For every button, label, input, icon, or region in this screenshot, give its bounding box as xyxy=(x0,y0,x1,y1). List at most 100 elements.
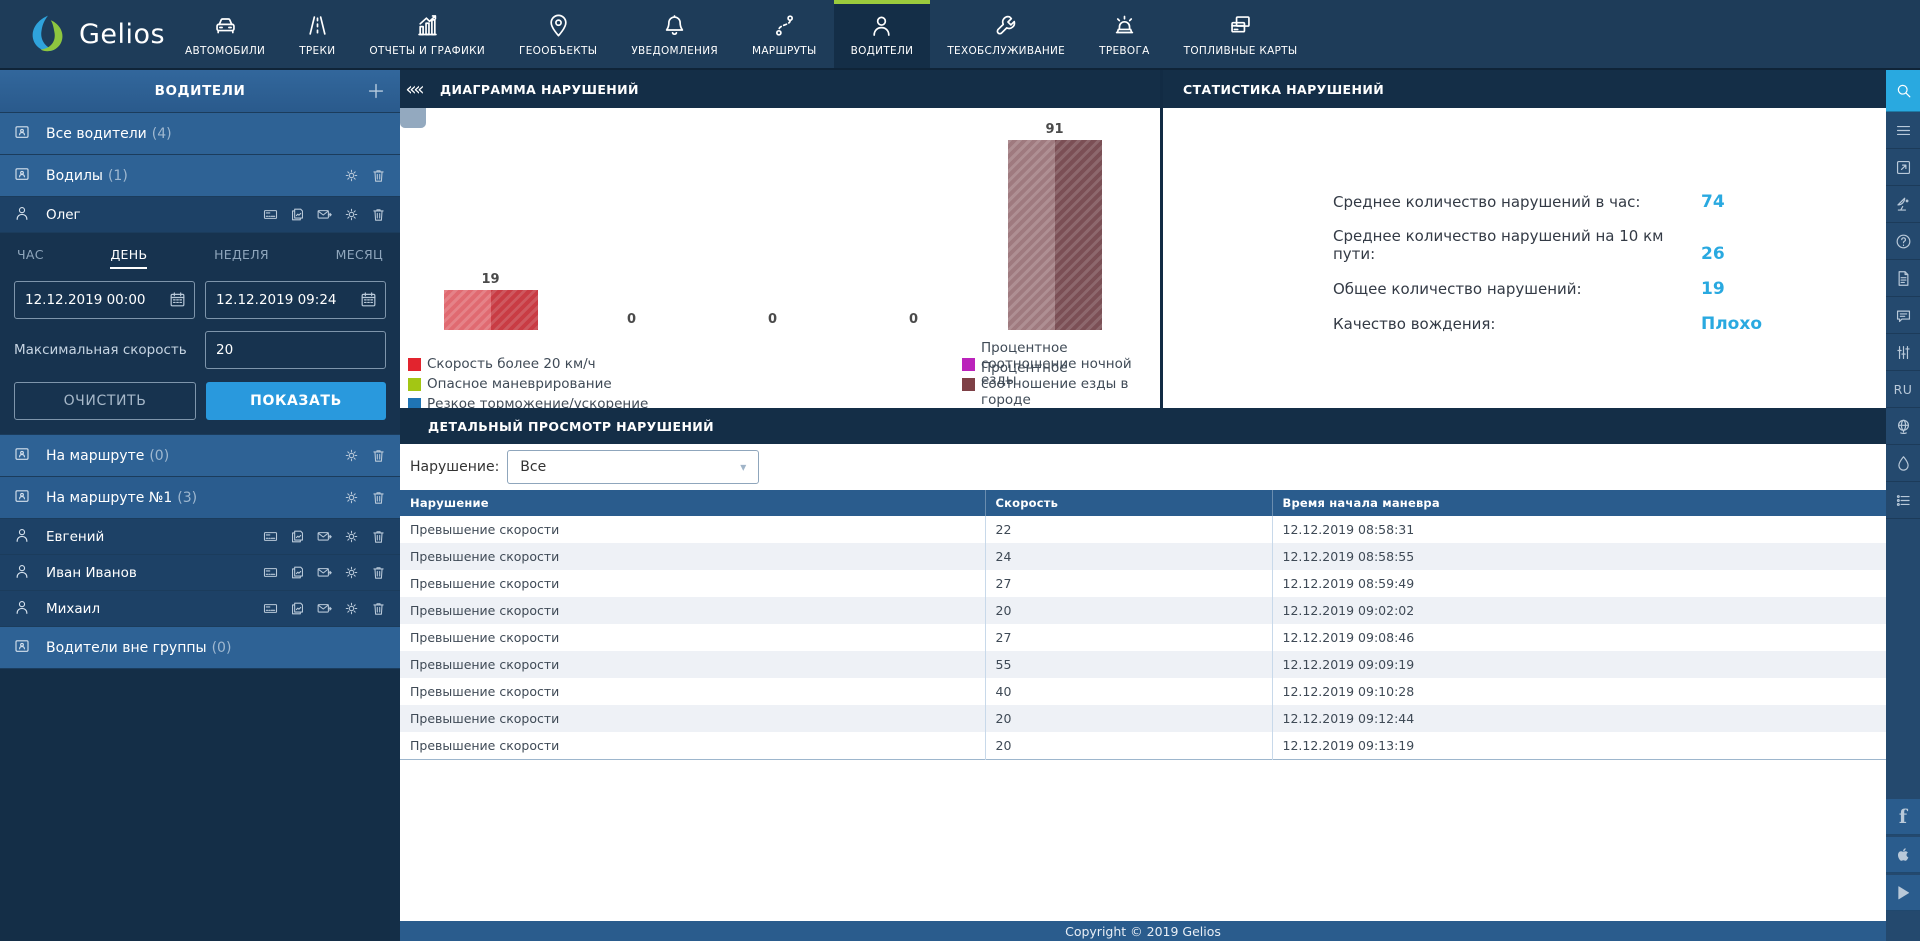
gelios-logo[interactable]: Gelios xyxy=(0,0,168,68)
toolbar-drop-icon[interactable] xyxy=(1886,445,1920,482)
toolbar-satellite-icon[interactable] xyxy=(1886,186,1920,223)
toolbar-help-icon[interactable] xyxy=(1886,223,1920,260)
envelope-icon[interactable] xyxy=(316,564,333,581)
person-icon xyxy=(13,204,31,222)
table-row[interactable]: Превышение скорости2012.12.2019 09:02:02 xyxy=(400,597,1886,624)
stat-label: Качество вождения: xyxy=(1333,315,1701,333)
toolbar-search-icon[interactable] xyxy=(1886,70,1920,112)
idcard-icon[interactable] xyxy=(262,564,279,581)
siren-icon xyxy=(1111,12,1138,39)
nav-item-tracks[interactable]: ТРЕКИ xyxy=(282,0,352,68)
table-row[interactable]: Превышение скорости5512.12.2019 09:09:19 xyxy=(400,651,1886,678)
gear-icon[interactable] xyxy=(343,447,360,464)
sidebar-item-on-route[interactable]: На маршруте(0) xyxy=(0,435,400,477)
collapse-tab[interactable] xyxy=(400,108,426,128)
toolbar-expand-icon[interactable] xyxy=(1886,149,1920,186)
report-icon[interactable] xyxy=(289,528,306,545)
table-cell: 12.12.2019 09:09:19 xyxy=(1272,651,1886,678)
trash-icon[interactable] xyxy=(370,528,387,545)
idcard-icon[interactable] xyxy=(262,600,279,617)
nav-item-maintenance[interactable]: ТЕХОБСЛУЖИВАНИЕ xyxy=(930,0,1082,68)
envelope-icon[interactable] xyxy=(316,528,333,545)
trash-icon[interactable] xyxy=(370,489,387,506)
nav-item-notifications[interactable]: УВЕДОМЛЕНИЯ xyxy=(614,0,735,68)
trash-icon[interactable] xyxy=(370,206,387,223)
sidebar-item-ungrouped[interactable]: Водители вне группы(0) xyxy=(0,627,400,669)
report-icon[interactable] xyxy=(289,600,306,617)
sidebar-item-vodily[interactable]: Водилы(1) xyxy=(0,155,400,197)
idcard-icon[interactable] xyxy=(262,528,279,545)
trash-icon[interactable] xyxy=(370,167,387,184)
sidebar-item-count: (3) xyxy=(177,490,197,506)
table-row[interactable]: Превышение скорости4012.12.2019 09:10:28 xyxy=(400,678,1886,705)
gear-icon[interactable] xyxy=(343,489,360,506)
toolbar-globe-icon[interactable] xyxy=(1886,408,1920,445)
date-from-field[interactable] xyxy=(14,281,195,319)
toolbar-chat-icon[interactable] xyxy=(1886,297,1920,334)
toolbar-facebook-icon[interactable]: f xyxy=(1886,799,1920,835)
max-speed-input[interactable] xyxy=(206,332,385,368)
table-row[interactable]: Превышение скорости2212.12.2019 08:58:31 xyxy=(400,516,1886,543)
violation-type-select[interactable]: Все ▾ xyxy=(507,450,759,484)
toolbar-legend-icon[interactable] xyxy=(1886,482,1920,519)
nav-item-reports[interactable]: ОТЧЕТЫ И ГРАФИКИ xyxy=(352,0,502,68)
sidebar-item-all-drivers[interactable]: Все водители(4) xyxy=(0,113,400,155)
period-tab-неделя[interactable]: НЕДЕЛЯ xyxy=(214,247,269,269)
stat-label: Общее количество нарушений: xyxy=(1333,280,1701,298)
table-row[interactable]: Превышение скорости2012.12.2019 09:12:44 xyxy=(400,705,1886,732)
table-row[interactable]: Превышение скорости2712.12.2019 09:08:46 xyxy=(400,624,1886,651)
chart-bar[interactable] xyxy=(444,290,538,330)
gear-icon[interactable] xyxy=(343,600,360,617)
envelope-icon[interactable] xyxy=(316,600,333,617)
calendar-icon[interactable] xyxy=(168,290,187,309)
report-icon[interactable] xyxy=(289,206,306,223)
show-button[interactable]: ПОКАЗАТЬ xyxy=(206,382,386,420)
sidebar-item-label: Олег xyxy=(46,207,81,223)
gear-icon[interactable] xyxy=(343,528,360,545)
table-row[interactable]: Превышение скорости2012.12.2019 09:13:19 xyxy=(400,732,1886,759)
period-tab-день[interactable]: ДЕНЬ xyxy=(110,247,147,269)
sidebar-item-oleg[interactable]: Олег xyxy=(0,197,400,233)
nav-item-geoobjects[interactable]: ГЕООБЪЕКТЫ xyxy=(502,0,614,68)
toolbar-menu-icon[interactable] xyxy=(1886,112,1920,149)
date-to-field[interactable] xyxy=(205,281,386,319)
gear-icon[interactable] xyxy=(343,206,360,223)
toolbar-lang-ru[interactable]: RU xyxy=(1886,371,1920,408)
sidebar-item-mikhail[interactable]: Михаил xyxy=(0,591,400,627)
nav-item-drivers[interactable]: ВОДИТЕЛИ xyxy=(834,0,931,68)
nav-item-fuel-cards[interactable]: ТОПЛИВНЫЕ КАРТЫ xyxy=(1167,0,1315,68)
table-cell: Превышение скорости xyxy=(400,543,985,570)
period-tab-месяц[interactable]: МЕСЯЦ xyxy=(336,247,383,269)
sidebar-item-evgeniy[interactable]: Евгений xyxy=(0,519,400,555)
sidebar-item-on-route-1[interactable]: На маршруте №1(3) xyxy=(0,477,400,519)
sidebar-item-ivan-ivanov[interactable]: Иван Иванов xyxy=(0,555,400,591)
envelope-icon[interactable] xyxy=(316,206,333,223)
violation-filter-row: Нарушение: Все ▾ xyxy=(400,444,1886,490)
table-row[interactable]: Превышение скорости2712.12.2019 08:59:49 xyxy=(400,570,1886,597)
gear-icon[interactable] xyxy=(343,564,360,581)
calendar-icon[interactable] xyxy=(359,290,378,309)
toolbar-doc-icon[interactable] xyxy=(1886,260,1920,297)
trash-icon[interactable] xyxy=(370,447,387,464)
period-tab-час[interactable]: ЧАС xyxy=(17,247,44,269)
toolbar-sliders-icon[interactable] xyxy=(1886,334,1920,371)
report-icon[interactable] xyxy=(289,564,306,581)
legend-label: Процентное соотношение езды в городе xyxy=(981,360,1160,408)
toolbar-gplay-icon[interactable] xyxy=(1886,875,1920,911)
toolbar-apple-icon[interactable] xyxy=(1886,837,1920,873)
chart-bar[interactable] xyxy=(1008,140,1102,330)
add-group-button[interactable] xyxy=(365,80,387,102)
nav-item-routes[interactable]: МАРШРУТЫ xyxy=(735,0,834,68)
nav-item-label: УВЕДОМЛЕНИЯ xyxy=(631,45,718,57)
max-speed-field[interactable] xyxy=(205,331,386,369)
idcard-icon[interactable] xyxy=(262,206,279,223)
nav-item-label: ТЕХОБСЛУЖИВАНИЕ xyxy=(947,45,1065,57)
nav-item-alarm[interactable]: ТРЕВОГА xyxy=(1082,0,1167,68)
clear-button[interactable]: ОЧИСТИТЬ xyxy=(14,382,196,420)
gear-icon[interactable] xyxy=(343,167,360,184)
nav-item-automobiles[interactable]: АВТОМОБИЛИ xyxy=(168,0,282,68)
trash-icon[interactable] xyxy=(370,600,387,617)
collapse-panel-button[interactable]: «« xyxy=(400,70,430,108)
table-row[interactable]: Превышение скорости2412.12.2019 08:58:55 xyxy=(400,543,1886,570)
trash-icon[interactable] xyxy=(370,564,387,581)
